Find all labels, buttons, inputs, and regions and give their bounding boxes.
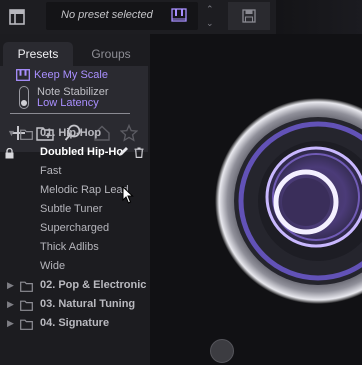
mouse-cursor-icon — [122, 185, 134, 207]
chevron-right-icon[interactable]: ▶ — [7, 295, 14, 314]
preset-item-label: Doubled Hip-Ho — [40, 146, 124, 158]
chevron-down-icon[interactable]: ⌄ — [206, 18, 214, 29]
vocal-visualizer — [150, 34, 362, 365]
visualizer-rings — [215, 98, 362, 304]
folder-label: 03. Natural Tuning — [40, 298, 136, 310]
preset-item[interactable]: Fast — [0, 162, 150, 181]
keep-scale-label: Keep My Scale — [34, 69, 108, 81]
stabilizer-switch[interactable] — [19, 86, 29, 109]
keyboard-icon — [16, 69, 30, 81]
folder-label: 04. Signature — [40, 317, 110, 329]
panel-layout-icon[interactable] — [0, 0, 34, 34]
keep-scale-toggle[interactable]: Keep My Scale — [16, 69, 108, 81]
preset-item[interactable]: Wide — [0, 257, 150, 276]
save-button[interactable] — [228, 2, 270, 30]
preset-item-label: Subtle Tuner — [40, 203, 103, 215]
preset-item[interactable]: Thick Adlibs — [0, 238, 150, 257]
preset-item-selected[interactable]: Doubled Hip-Ho — [0, 143, 150, 162]
folder-icon — [20, 318, 33, 337]
preset-item-label: Fast — [40, 165, 62, 177]
preset-selector[interactable]: No preset selected — [46, 2, 198, 30]
chevron-right-icon[interactable]: ▶ — [7, 276, 14, 295]
switch-knob — [21, 100, 27, 106]
divider — [10, 113, 130, 114]
tab-presets[interactable]: Presets — [3, 42, 73, 66]
stabilizer-mode[interactable]: Low Latency — [37, 97, 99, 109]
bottom-knob[interactable] — [210, 339, 234, 363]
header-spacer — [276, 0, 362, 34]
tab-groups[interactable]: Groups — [80, 42, 142, 66]
preset-item[interactable]: Supercharged — [0, 219, 150, 238]
preset-item-label: Supercharged — [40, 222, 110, 234]
save-icon — [242, 9, 256, 23]
chevron-down-icon[interactable]: ▼ — [7, 124, 16, 143]
folder-row-natural[interactable]: ▶ 03. Natural Tuning — [0, 295, 150, 314]
folder-row-hiphop[interactable]: ▼ 01. Hip-Hop — [0, 124, 150, 143]
midi-icon[interactable] — [171, 8, 187, 25]
chevron-up-icon[interactable]: ⌃ — [206, 4, 214, 15]
folder-label: 01. Hip-Hop — [40, 127, 102, 139]
top-bar: No preset selected ⌃ ⌄ — [0, 0, 362, 34]
preset-nav: ⌃ ⌄ — [200, 0, 224, 34]
preset-item-label: Melodic Rap Lead — [40, 184, 129, 196]
preset-name: No preset selected — [61, 9, 153, 21]
preset-item-label: Wide — [40, 260, 66, 272]
tab-bar: Presets Groups — [0, 42, 150, 66]
preset-item-label: Thick Adlibs — [40, 241, 99, 253]
folder-row-signature[interactable]: ▶ 04. Signature — [0, 314, 150, 333]
chevron-right-icon[interactable]: ▶ — [7, 314, 14, 333]
folder-label: 02. Pop & Electronic — [40, 279, 147, 291]
folder-row-pop[interactable]: ▶ 02. Pop & Electronic — [0, 276, 150, 295]
